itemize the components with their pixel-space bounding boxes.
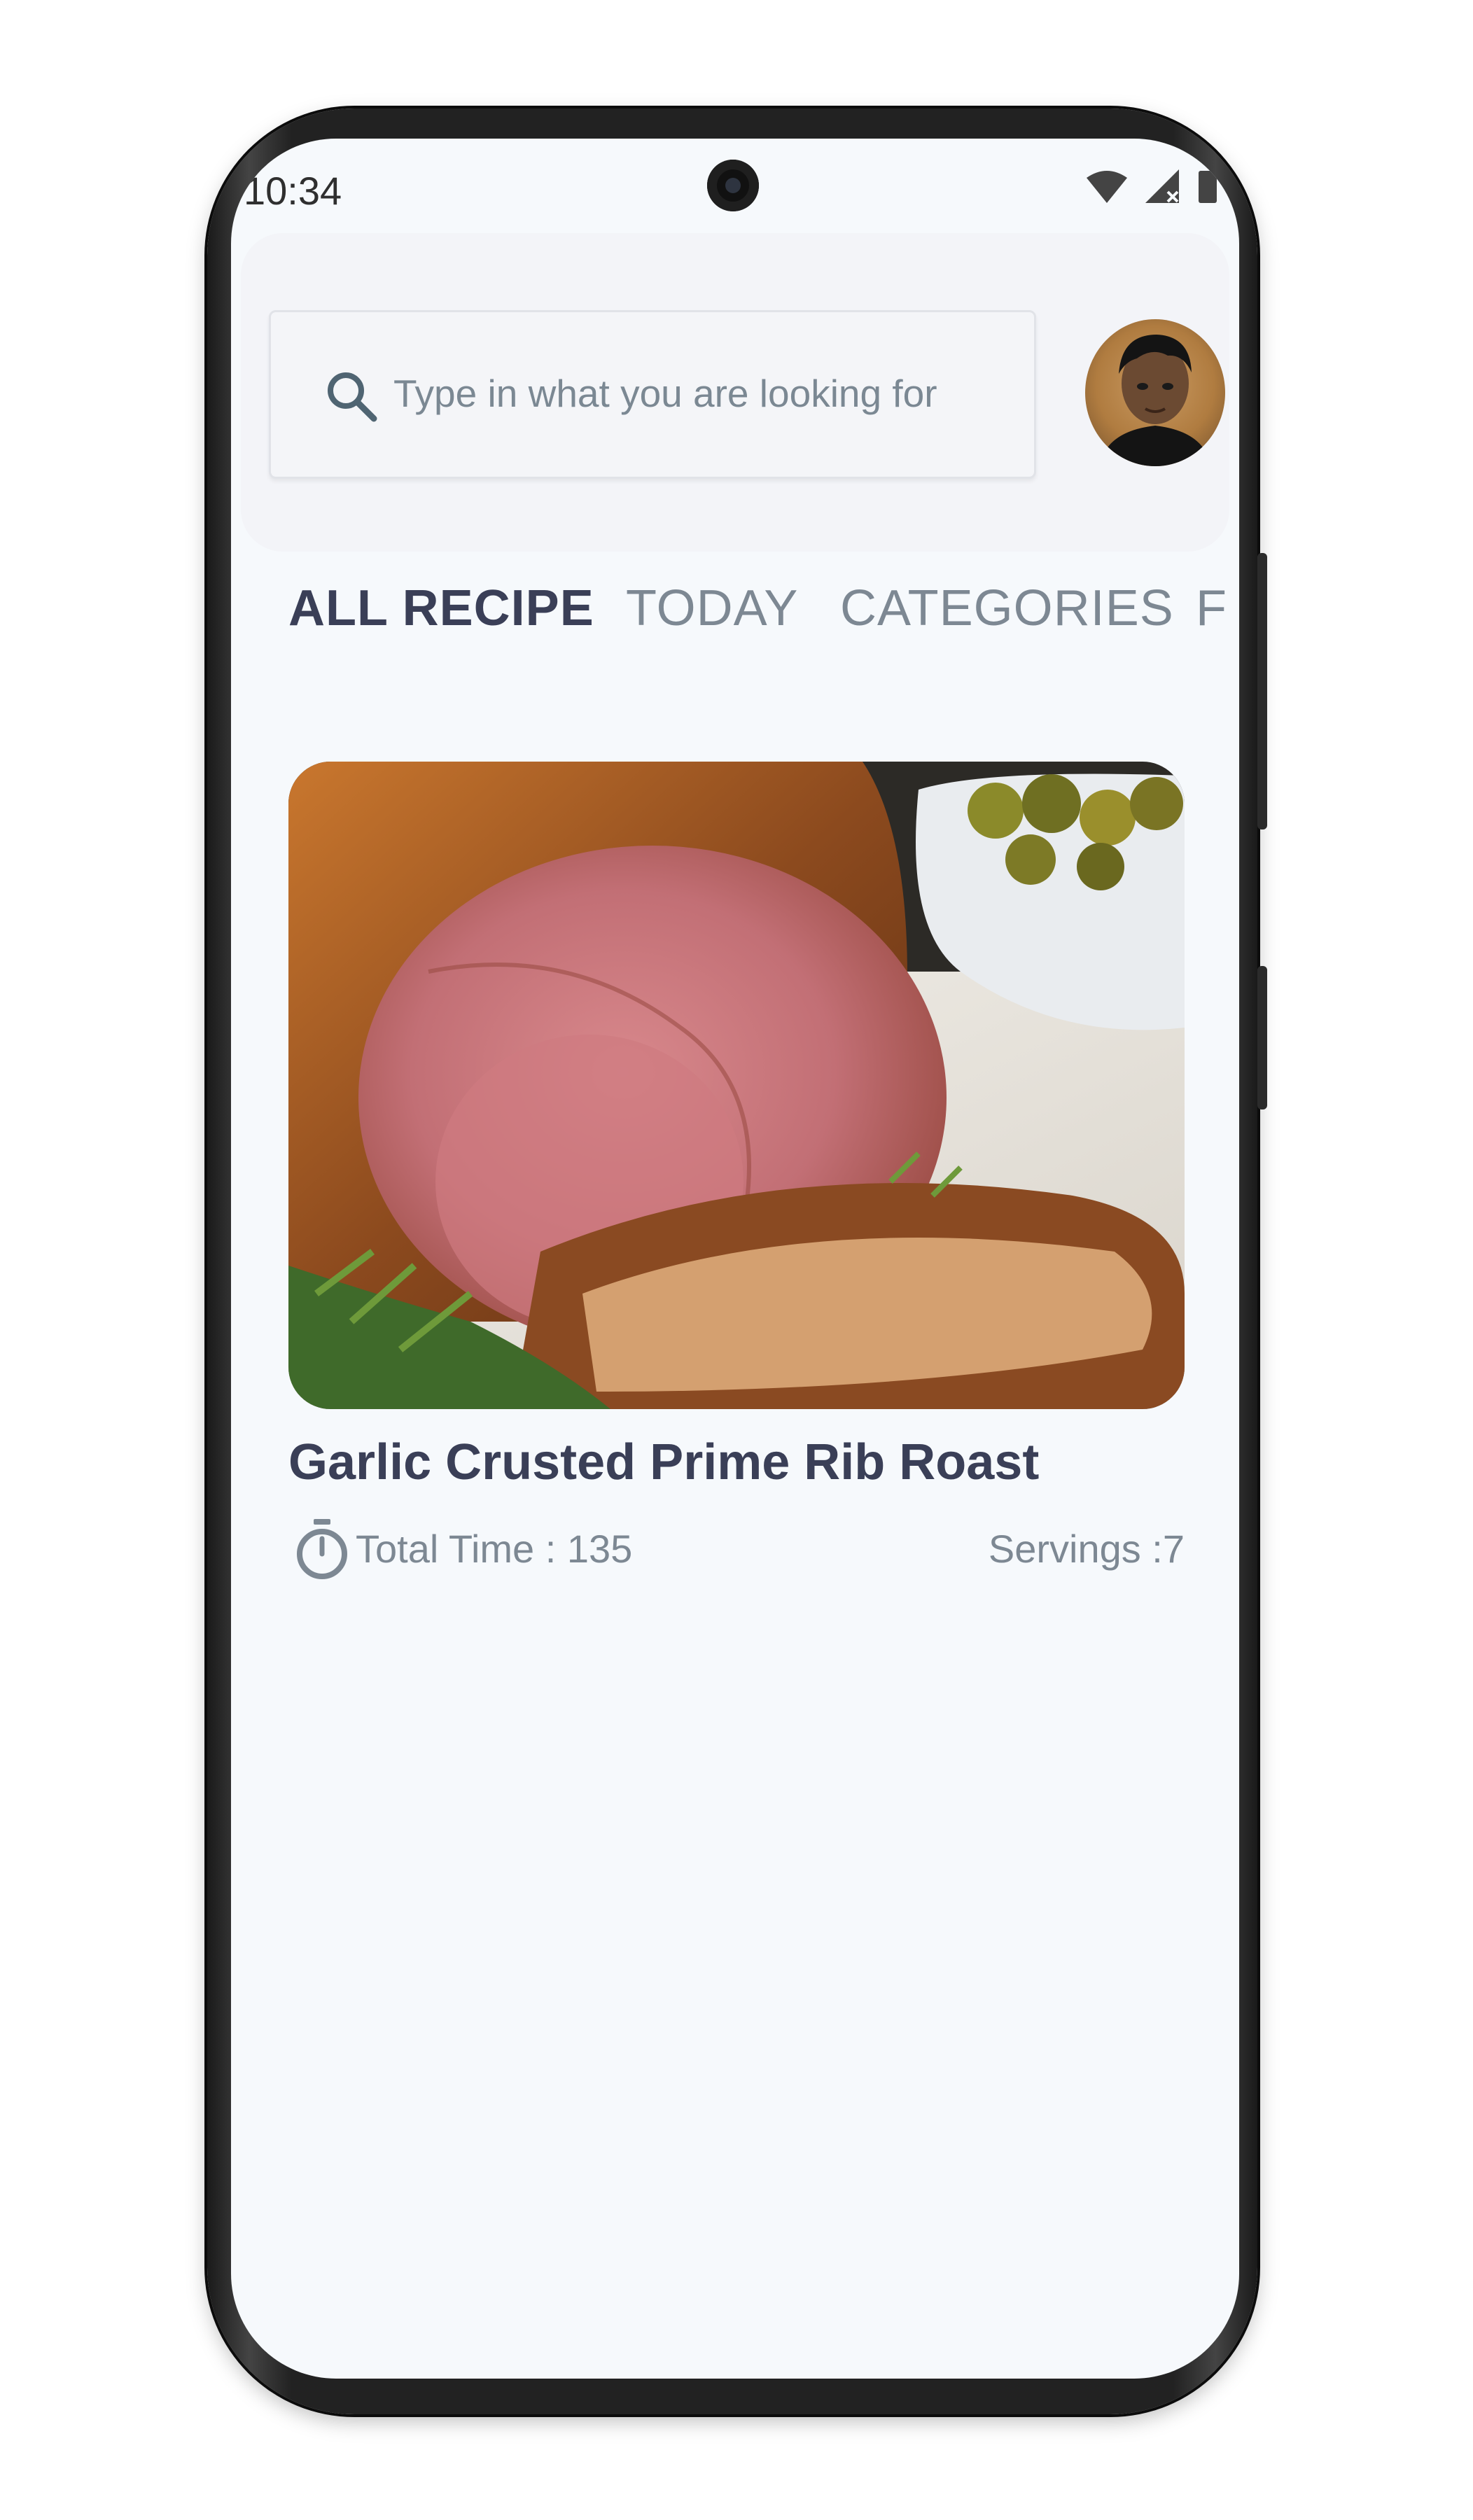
recipe-card[interactable]: Garlic Crusted Prime Rib Roast Total Tim… xyxy=(288,762,1185,1728)
servings: Servings :7 xyxy=(988,1527,1185,1571)
search-input[interactable]: Type in what you are looking for xyxy=(269,310,1036,479)
tab-all-recipe[interactable]: ALL RECIPE xyxy=(288,580,594,637)
tab-today[interactable]: TODAY xyxy=(626,580,798,637)
status-icons xyxy=(1085,168,1218,204)
status-bar: 10:34 xyxy=(231,139,1239,237)
total-time: Total Time : 135 xyxy=(356,1527,633,1571)
header-area: Type in what you are looking for xyxy=(241,233,1229,552)
signal-icon xyxy=(1145,169,1179,203)
avatar-photo xyxy=(1099,335,1211,466)
recipe-title: Garlic Crusted Prime Rib Roast xyxy=(288,1434,1040,1490)
status-time: 10:34 xyxy=(244,169,342,213)
tab-bar: ALL RECIPE TODAY CATEGORIES F xyxy=(231,580,1239,664)
tab-more[interactable]: F xyxy=(1196,580,1227,637)
recipe-photo-graphic xyxy=(288,762,1185,1409)
front-camera xyxy=(707,160,759,211)
search-placeholder: Type in what you are looking for xyxy=(393,372,937,415)
recipe-meta: Total Time : 135 Servings :7 xyxy=(288,1518,1185,1588)
battery-icon xyxy=(1199,171,1217,203)
search-icon xyxy=(328,372,377,422)
recipe-photo[interactable] xyxy=(288,762,1185,1409)
volume-button xyxy=(1257,553,1267,830)
avatar[interactable] xyxy=(1085,319,1225,466)
power-button xyxy=(1257,966,1267,1110)
wifi-icon xyxy=(1087,171,1127,203)
tab-categories[interactable]: CATEGORIES xyxy=(840,580,1174,637)
app-screen: 10:34 Type in what you are looking for A… xyxy=(231,139,1239,2379)
timer-icon xyxy=(297,1519,347,1579)
